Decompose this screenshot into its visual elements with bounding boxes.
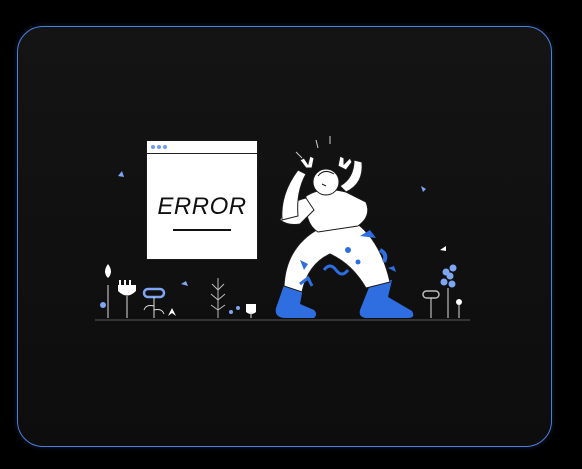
plant-icon — [236, 306, 240, 310]
error-label: ERROR — [157, 193, 247, 220]
plant-icon — [422, 290, 440, 318]
plant-icon — [100, 264, 111, 318]
window-dot-icon — [151, 145, 155, 149]
sparkle-icon — [421, 186, 426, 192]
plant-icon — [210, 278, 226, 318]
frustrated-person-illustration — [275, 136, 414, 318]
sparkle-icon — [118, 171, 124, 177]
plant-icon — [440, 264, 457, 318]
plant-icon — [456, 299, 462, 318]
window-titlebar — [147, 141, 257, 154]
window-dot-icon — [163, 145, 167, 149]
sparkle-icon — [181, 281, 188, 286]
plant-icon — [168, 308, 176, 316]
plant-icon — [118, 280, 136, 318]
window-dot-icon — [157, 145, 161, 149]
error-illustration — [95, 136, 470, 321]
plant-icon — [142, 287, 166, 318]
sparkle-icon — [440, 246, 446, 251]
plant-icon — [229, 310, 233, 314]
error-window: ERROR — [146, 140, 258, 260]
error-underline — [173, 229, 231, 231]
